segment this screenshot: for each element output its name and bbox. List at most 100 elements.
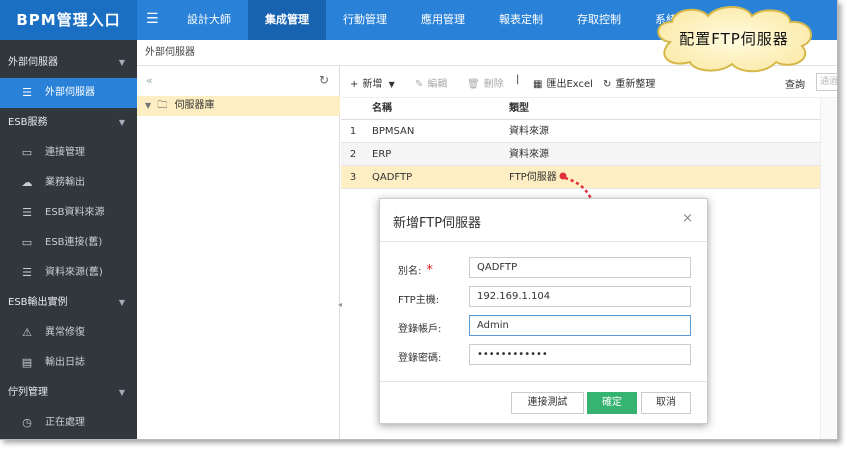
cancel-button[interactable]: 取消 bbox=[641, 392, 691, 414]
tab-application[interactable]: 應用管理 bbox=[404, 0, 482, 40]
sidebar-item-exception-repair[interactable]: ⚠ 異常修復 bbox=[0, 318, 137, 348]
caret-down-icon: ▼ bbox=[118, 298, 125, 307]
app-window: BPM管理入口 ☰ 設計大師 集成管理 行動管理 應用管理 報表定制 存取控制 … bbox=[0, 0, 838, 440]
sidebar-group-esb[interactable]: ESB服務 ▼ bbox=[0, 108, 137, 138]
sidebar-item-processing[interactable]: ◷ 正在處理 bbox=[0, 408, 137, 438]
database-icon: ☰ bbox=[22, 206, 32, 219]
divider bbox=[380, 381, 707, 382]
edit-label: 編輯 bbox=[427, 79, 448, 90]
divider bbox=[380, 241, 707, 242]
close-icon[interactable]: × bbox=[682, 211, 693, 226]
sidebar-item-connections[interactable]: ▭ 連接管理 bbox=[0, 138, 137, 168]
sidebar-item-esb-datasource[interactable]: ☰ ESB資料來源 bbox=[0, 198, 137, 228]
monitor-icon: ▭ bbox=[21, 236, 33, 249]
ftp-host-label: FTP主機: bbox=[398, 295, 440, 306]
cloud-icon: ☁ bbox=[21, 176, 33, 189]
tab-access[interactable]: 存取控制 bbox=[560, 0, 638, 40]
expand-arrow-icon[interactable]: ▼ bbox=[145, 101, 151, 110]
tab-mobile[interactable]: 行動管理 bbox=[326, 0, 404, 40]
login-password-field[interactable]: •••••••••••• bbox=[469, 344, 691, 365]
caret-down-icon: ▼ bbox=[118, 388, 125, 397]
edit-button[interactable]: ✎ 編輯 bbox=[415, 75, 447, 90]
database-icon: ☰ bbox=[22, 266, 32, 279]
confirm-button[interactable]: 確定 bbox=[587, 392, 637, 414]
sidebar-item-label: ESB連接(舊) bbox=[45, 237, 103, 248]
query-input[interactable]: 通過 bbox=[816, 73, 837, 91]
pencil-icon: ✎ bbox=[415, 79, 424, 90]
refresh-icon[interactable]: ↻ bbox=[319, 73, 329, 87]
new-button[interactable]: + 新增 ▼ bbox=[350, 75, 395, 90]
test-connection-button[interactable]: 連接測試 bbox=[511, 392, 584, 414]
sidebar-item-label: 外部伺服器 bbox=[45, 87, 95, 98]
table-row[interactable]: 2 ERP 資料來源 bbox=[341, 143, 837, 166]
caret-down-icon: ▼ bbox=[118, 58, 125, 67]
sidebar-item-business-output[interactable]: ☁ 業務輸出 bbox=[0, 168, 137, 198]
refresh-button[interactable]: ↻ 重新整理 bbox=[603, 75, 655, 90]
plus-icon: + bbox=[350, 79, 359, 90]
database-icon: ☰ bbox=[22, 86, 32, 99]
top-nav: 設計大師 集成管理 行動管理 應用管理 報表定制 存取控制 系統管理 bbox=[170, 0, 716, 40]
column-header-type[interactable]: 類型 bbox=[509, 98, 529, 120]
excel-icon: ▦ bbox=[533, 79, 543, 90]
refresh-label: 重新整理 bbox=[615, 79, 656, 90]
tab-design-master[interactable]: 設計大師 bbox=[170, 0, 248, 40]
cell-type: FTP伺服器 bbox=[509, 172, 557, 183]
tree-node-server-library[interactable]: ▼ 🗀 伺服器庫 bbox=[137, 96, 340, 116]
sidebar-group-label: 外部伺服器 bbox=[8, 57, 58, 68]
clock-icon: ◷ bbox=[22, 416, 32, 429]
tab-report[interactable]: 報表定制 bbox=[482, 0, 560, 40]
row-number: 1 bbox=[349, 126, 357, 137]
alias-field[interactable]: QADFTP bbox=[469, 257, 691, 278]
log-icon: ▤ bbox=[21, 356, 33, 369]
menu-icon[interactable]: ☰ bbox=[146, 11, 162, 27]
ftp-host-field[interactable]: 192.169.1.104 bbox=[469, 286, 691, 307]
sidebar-item-label: 異常修復 bbox=[45, 327, 85, 338]
tab-integration[interactable]: 集成管理 bbox=[248, 0, 326, 40]
column-header-name[interactable]: 名稱 bbox=[372, 98, 392, 120]
app-logo: BPM管理入口 bbox=[0, 0, 137, 40]
new-label: 新增 bbox=[362, 79, 383, 90]
refresh-icon: ↻ bbox=[603, 79, 612, 90]
sidebar-group-label: ESB服務 bbox=[8, 117, 48, 128]
callout-text: 配置FTP伺服器 bbox=[679, 30, 789, 48]
delete-label: 刪除 bbox=[483, 79, 504, 90]
login-account-label: 登錄帳戶: bbox=[398, 324, 442, 335]
cell-name: QADFTP bbox=[372, 172, 413, 183]
required-marker: * bbox=[426, 263, 433, 278]
dropdown-caret-icon: ▼ bbox=[388, 80, 395, 89]
warning-icon: ⚠ bbox=[22, 326, 32, 339]
login-account-field[interactable]: Admin bbox=[469, 315, 691, 336]
tree-node-label: 伺服器庫 bbox=[174, 100, 215, 111]
sidebar-item-datasource-old[interactable]: ☰ 資料來源(舊) bbox=[0, 258, 137, 288]
dialog-title: 新增FTP伺服器 bbox=[393, 216, 482, 231]
sidebar-group-external-servers[interactable]: 外部伺服器 ▼ bbox=[0, 48, 137, 78]
sidebar-item-esb-connection-old[interactable]: ▭ ESB連接(舊) bbox=[0, 228, 137, 258]
cell-type: 資料來源 bbox=[509, 126, 549, 137]
collapse-left-icon[interactable]: « bbox=[146, 74, 153, 87]
query-button[interactable]: 查詢 bbox=[785, 76, 805, 91]
grid-scrollbar[interactable] bbox=[820, 98, 837, 439]
sidebar-item-label: ESB資料來源 bbox=[45, 207, 105, 218]
cell-type: 資料來源 bbox=[509, 149, 549, 160]
delete-button[interactable]: 🗑 刪除 bbox=[467, 75, 504, 90]
splitter-handle[interactable]: ◂ bbox=[338, 300, 342, 320]
server-tree-panel: « ↻ ▼ 🗀 伺服器庫 bbox=[137, 66, 340, 439]
folder-icon: 🗀 bbox=[157, 100, 168, 111]
row-number: 3 bbox=[349, 172, 357, 183]
sidebar-item-label: 資料來源(舊) bbox=[45, 267, 103, 278]
sidebar: 外部伺服器 ▼ ☰ 外部伺服器 ESB服務 ▼ ▭ 連接管理 ☁ 業務輸出 ☰ … bbox=[0, 40, 137, 439]
grid-header: 名稱 類型 bbox=[341, 98, 837, 120]
sidebar-group-queue[interactable]: 佇列管理 ▼ bbox=[0, 378, 137, 408]
sidebar-item-output-log[interactable]: ▤ 輸出日誌 bbox=[0, 348, 137, 378]
sidebar-item-label: 輸出日誌 bbox=[45, 357, 85, 368]
login-password-label: 登錄密碼: bbox=[398, 353, 442, 364]
sidebar-item-label: 連接管理 bbox=[45, 147, 85, 158]
cell-name: BPMSAN bbox=[372, 126, 415, 137]
row-number: 2 bbox=[349, 149, 357, 160]
export-excel-button[interactable]: ▦ 匯出Excel bbox=[533, 75, 593, 90]
sidebar-group-label: ESB輸出實例 bbox=[8, 297, 68, 308]
sidebar-item-external-server[interactable]: ☰ 外部伺服器 bbox=[0, 78, 137, 108]
table-row[interactable]: 1 BPMSAN 資料來源 bbox=[341, 120, 837, 143]
sidebar-item-label: 正在處理 bbox=[45, 417, 85, 428]
sidebar-group-esb-output[interactable]: ESB輸出實例 ▼ bbox=[0, 288, 137, 318]
